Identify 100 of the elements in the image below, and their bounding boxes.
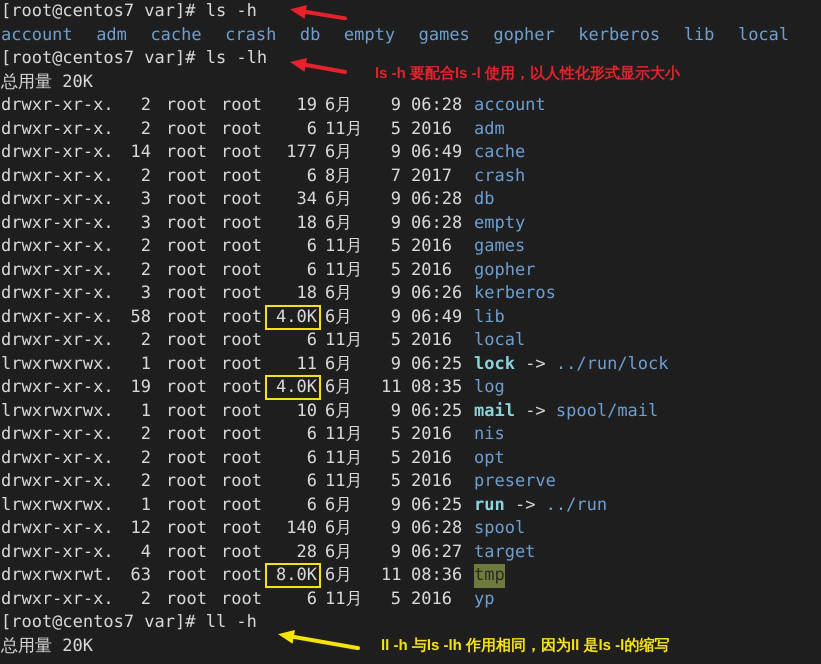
links-text: 4 (140, 540, 151, 564)
day-text: 5 (390, 588, 401, 610)
time-text: 08:36 (411, 564, 463, 587)
links-text: 2 (140, 118, 151, 140)
file-name: preserve (474, 470, 556, 493)
owner-text: root (166, 118, 206, 140)
time-text: 2016 (411, 329, 453, 352)
day-text: 7 (390, 164, 401, 188)
month-text: 11月 (325, 588, 364, 610)
owner-text: root (166, 588, 206, 610)
day-text: 5 (390, 470, 401, 493)
mode-text: drwxr-xr-x. (1, 306, 115, 328)
month-text: 6月 (325, 282, 354, 305)
size-text: 6 (306, 446, 318, 470)
owner-text: root (166, 400, 206, 422)
group-text: root (221, 517, 263, 540)
time-text: 06:28 (411, 94, 463, 117)
directory-name: crash (225, 24, 276, 46)
time-text: 2016 (411, 423, 453, 446)
group-text: root (221, 376, 263, 399)
time-text: 06:28 (411, 188, 463, 211)
month-text: 11月 (325, 423, 364, 446)
owner-text: root (166, 494, 206, 516)
month-text: 6月 (325, 188, 354, 211)
mode-text: drwxr-xr-x. (1, 446, 115, 470)
group-text: root (221, 400, 263, 422)
time-text: 06:25 (411, 400, 463, 422)
owner-text: root (166, 540, 206, 564)
links-text: 2 (140, 329, 151, 352)
day-text: 9 (390, 212, 401, 234)
directory-name: gopher (493, 24, 555, 46)
mode-text: drwxrwxrwt. (1, 564, 115, 587)
group-text: root (221, 94, 263, 117)
group-text: root (221, 329, 263, 352)
mode-text: drwxr-xr-x. (1, 235, 115, 258)
file-name: tmp (474, 564, 505, 588)
links-text: 2 (140, 164, 151, 188)
directory-name: kerberos (578, 24, 660, 46)
group-text: root (221, 446, 263, 470)
month-text: 11月 (325, 235, 364, 258)
owner-text: root (166, 517, 206, 540)
month-text: 11月 (325, 470, 364, 493)
day-text: 11 (381, 376, 401, 399)
directory-name: adm (96, 24, 127, 46)
time-text: 06:49 (411, 306, 463, 328)
links-text: 3 (140, 212, 151, 234)
links-text: 2 (140, 258, 151, 282)
size-text: 177 (285, 141, 318, 164)
links-text: 3 (140, 188, 151, 211)
month-text: 6月 (325, 94, 354, 117)
size-text: 6 (306, 235, 318, 258)
size-text: 18 (296, 282, 318, 306)
time-text: 06:27 (411, 540, 463, 564)
prompt-text: [root@centos7 var]# (1, 611, 196, 634)
group-text: root (221, 306, 263, 328)
file-name: spool (474, 517, 526, 540)
owner-text: root (166, 306, 206, 328)
day-text: 5 (390, 423, 401, 446)
directory-name: cache (150, 24, 202, 46)
owner-text: root (166, 258, 206, 282)
group-text: root (221, 470, 263, 493)
mode-text: lrwxrwxrwx. (1, 494, 115, 516)
month-text: 6月 (325, 141, 354, 164)
mode-text: drwxr-xr-x. (1, 188, 115, 211)
annotation-text: ls -h 要配合ls -l 使用，以人性化形式显示大小 (375, 64, 680, 84)
file-name: crash (474, 164, 526, 188)
group-text: root (221, 188, 263, 211)
time-text: 2016 (411, 470, 453, 493)
group-text: root (221, 258, 263, 282)
time-text: 2016 (411, 258, 453, 282)
file-name: gopher (474, 258, 536, 282)
highlighted-size: 4.0K (265, 304, 321, 330)
links-text: 2 (140, 470, 151, 493)
day-text: 9 (390, 352, 401, 376)
month-text: 6月 (325, 494, 354, 516)
owner-text: root (166, 376, 206, 399)
size-text: 6 (306, 164, 318, 188)
owner-text: root (166, 470, 206, 493)
time-text: 2017 (411, 164, 453, 188)
directory-name: empty (344, 24, 396, 46)
group-text: root (221, 352, 263, 376)
file-name: local (474, 329, 526, 352)
month-text: 6月 (325, 212, 354, 234)
mode-text: drwxr-xr-x. (1, 94, 115, 117)
prompt-text: [root@centos7 var]# (1, 47, 196, 70)
owner-text: root (166, 164, 206, 188)
mode-text: drwxr-xr-x. (1, 141, 115, 164)
day-text: 9 (390, 400, 401, 422)
day-text: 9 (390, 517, 401, 540)
mode-text: lrwxrwxrwx. (1, 352, 115, 376)
link-target: ../run (546, 494, 608, 516)
directory-name: db (300, 24, 320, 46)
day-text: 5 (390, 258, 401, 282)
mode-text: drwxr-xr-x. (1, 282, 115, 305)
size-text: 18 (296, 212, 318, 235)
links-text: 19 (130, 376, 151, 399)
mode-text: drwxr-xr-x. (1, 423, 115, 446)
file-name: db (474, 188, 494, 211)
link-target: spool/mail (556, 400, 658, 422)
day-text: 9 (390, 306, 401, 328)
